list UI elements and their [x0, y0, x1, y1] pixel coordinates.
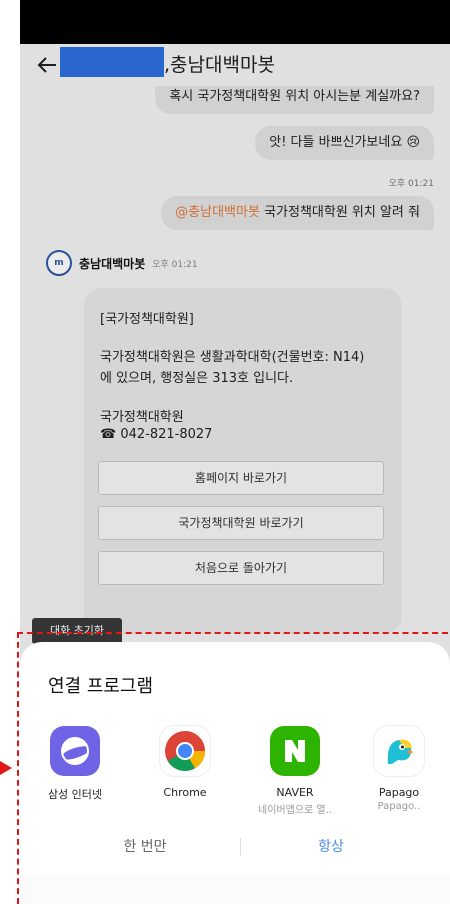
sheet-footer [20, 874, 450, 904]
actions-divider [240, 838, 241, 856]
app-sublabel: 네이버앱으로 열.. [258, 805, 332, 816]
app-chrome[interactable]: Chrome [142, 726, 228, 799]
annotation-dashed-line [17, 632, 19, 904]
annotation-arrow-icon [0, 761, 12, 775]
sheet-actions: 한 번만 항상 [20, 836, 450, 860]
app-sublabel: Papago.. [377, 801, 421, 812]
app-papago[interactable]: Papago Papago.. [356, 726, 442, 812]
app-samsung-internet[interactable]: 삼성 인터넷 [32, 726, 118, 802]
app-label: 삼성 인터넷 [47, 788, 103, 801]
always-button[interactable]: 항상 [266, 836, 396, 856]
app-label: Chrome [163, 786, 207, 799]
naver-icon [270, 726, 320, 776]
just-once-button[interactable]: 한 번만 [80, 836, 210, 856]
app-label: NAVER [276, 786, 314, 799]
chrome-icon [160, 726, 210, 776]
sheet-title: 연결 프로그램 [48, 676, 154, 697]
app-label: Papago [378, 786, 420, 799]
samsung-internet-icon [50, 726, 100, 776]
annotation-dashed-line [17, 632, 448, 634]
status-bar [20, 0, 450, 44]
papago-icon [374, 726, 424, 776]
phone-screen: ,충남대백마봇 혹시 국가정책대학원 위치 아시는분 계실까요? 앗! 다들 바… [20, 44, 450, 904]
open-with-sheet: 연결 프로그램 삼성 인터넷 Chrome NAVER 네이버앱으로 열.. P… [20, 642, 450, 904]
app-naver[interactable]: NAVER 네이버앱으로 열.. [252, 726, 338, 816]
